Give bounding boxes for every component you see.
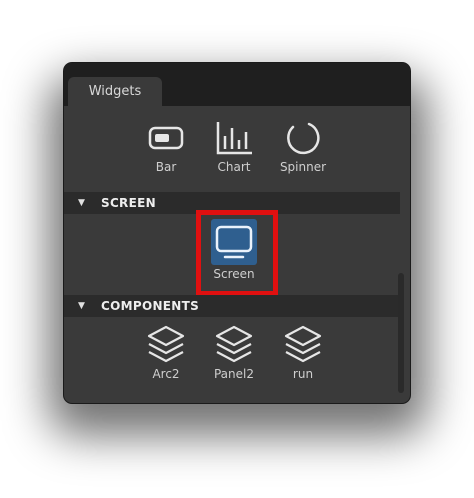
section-title: SCREEN [101,196,156,210]
tab-widgets[interactable]: Widgets [68,77,162,106]
component-run[interactable]: run [275,325,331,381]
widget-chart[interactable]: Chart [206,120,262,174]
layers-icon [284,325,322,363]
collapse-arrow-icon: ▼ [78,198,86,208]
layers-icon [147,325,185,363]
spinner-icon [287,122,320,155]
component-panel2[interactable]: Panel2 [206,325,262,381]
widget-label: Chart [217,160,251,174]
widget-screen[interactable]: Screen [206,219,262,281]
section-title: COMPONENTS [101,299,200,313]
widget-label: Arc2 [152,367,180,381]
bar-icon [148,126,184,150]
component-arc2[interactable]: Arc2 [138,325,194,381]
collapse-arrow-icon: ▼ [78,301,86,311]
widget-bar[interactable]: Bar [138,120,194,174]
widget-label: Panel2 [213,367,254,381]
widget-label: Screen [213,267,255,281]
widget-label: Spinner [279,160,327,174]
widget-label: run [292,367,314,381]
widget-spinner[interactable]: Spinner [275,120,331,174]
widgets-panel: Widgets Bar Chart Spinner ▼ SCREEN Scree… [64,63,410,403]
stage: Widgets Bar Chart Spinner ▼ SCREEN Scree… [0,0,474,498]
chart-icon [216,122,252,155]
monitor-icon [211,219,257,265]
widget-label: Bar [155,160,177,174]
tab-bar: Widgets [64,63,410,106]
layers-icon [215,325,253,363]
scrollbar[interactable] [398,273,404,393]
section-header-components[interactable]: ▼ COMPONENTS [64,295,400,317]
